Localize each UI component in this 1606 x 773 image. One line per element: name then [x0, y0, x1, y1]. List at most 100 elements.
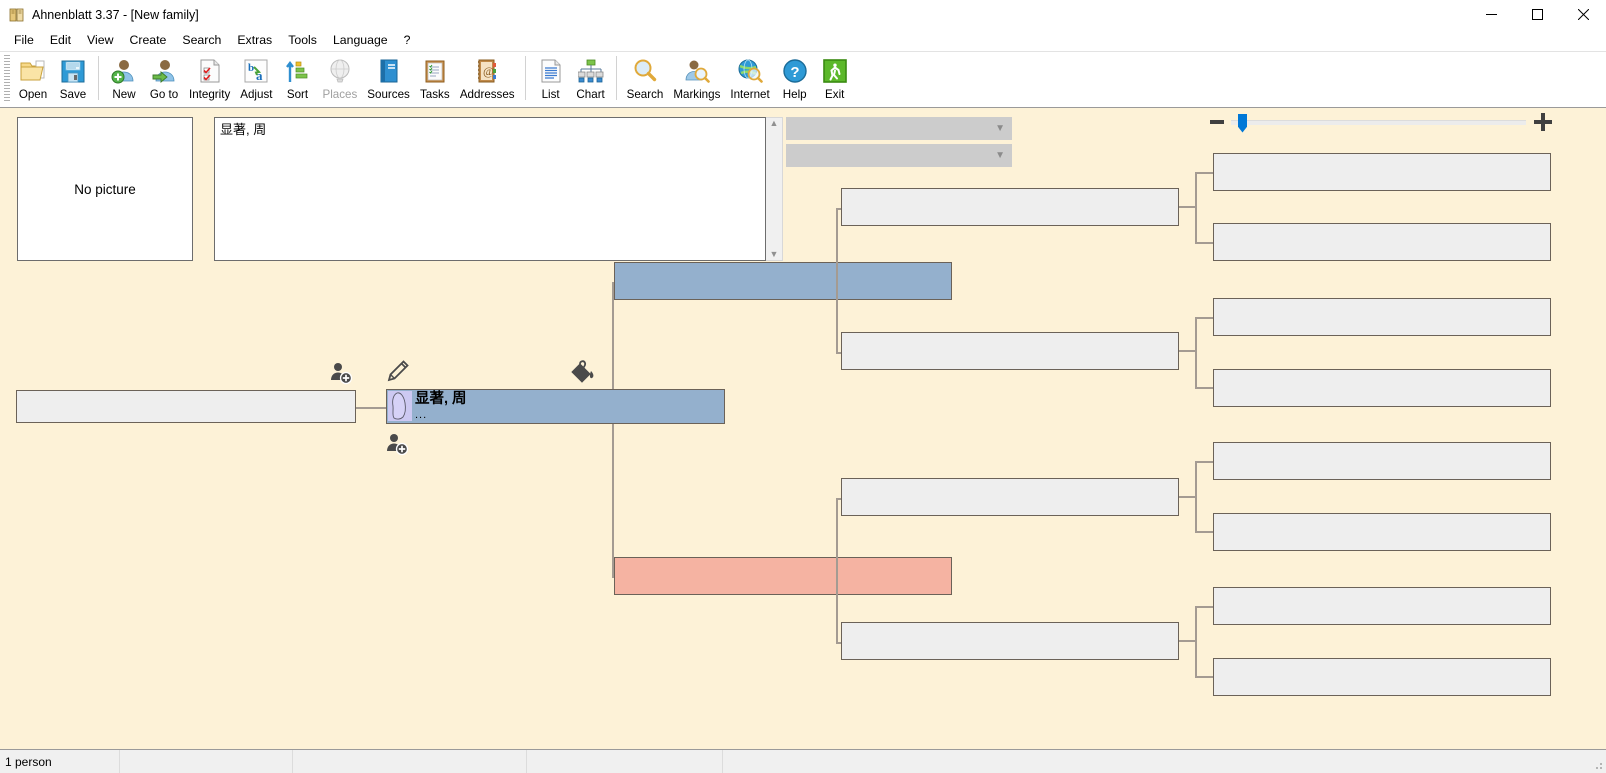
ahnenblatt-logo-icon: [9, 7, 25, 23]
toolbar-addresses-label: Addresses: [459, 88, 515, 101]
status-cell-5: [723, 750, 1606, 773]
empty-person-box[interactable]: [841, 622, 1179, 660]
toolbar-adjust-label: Adjust: [240, 88, 273, 101]
menu-search[interactable]: Search: [174, 31, 229, 49]
toolbar-integrity-label: Integrity: [189, 88, 231, 101]
menu-extras[interactable]: Extras: [229, 31, 280, 49]
toolbar-sources-button[interactable]: Sources: [362, 52, 415, 105]
toolbar-new-button[interactable]: New: [104, 52, 144, 105]
tree-connector: [1179, 206, 1195, 208]
toolbar-separator: [98, 56, 99, 100]
empty-person-box[interactable]: [1213, 223, 1551, 261]
menu-view[interactable]: View: [79, 31, 121, 49]
person-add-icon: [109, 56, 139, 86]
tree-connector: [1195, 461, 1197, 533]
org-chart-icon: [576, 56, 606, 86]
toolbar-list-label: List: [541, 88, 560, 101]
add-person-below-icon[interactable]: [384, 431, 410, 457]
toolbar-sort-button[interactable]: Sort: [277, 52, 317, 105]
close-button[interactable]: [1560, 0, 1606, 29]
toolbar-adjust-button[interactable]: b a Adjust: [235, 52, 277, 105]
toolbar-chart-button[interactable]: Chart: [571, 52, 611, 105]
tree-connector: [836, 498, 838, 644]
sort-bars-icon: [282, 56, 312, 86]
empty-person-box[interactable]: [841, 332, 1179, 370]
menu-language[interactable]: Language: [325, 31, 396, 49]
person-silhouette-icon: [388, 391, 412, 421]
empty-person-box[interactable]: [1213, 658, 1551, 696]
toolbar-tasks-button[interactable]: Tasks: [415, 52, 455, 105]
status-cell-2: [120, 749, 293, 773]
empty-person-box[interactable]: [1213, 587, 1551, 625]
open-folder-icon: [18, 56, 48, 86]
toolbar-goto-button[interactable]: Go to: [144, 52, 184, 105]
empty-person-box[interactable]: [16, 390, 356, 423]
toolbar-addresses-button[interactable]: @ Addresses: [455, 52, 520, 105]
menu-create[interactable]: Create: [121, 31, 174, 49]
exit-door-icon: [820, 56, 850, 86]
magnifier-icon: [630, 56, 660, 86]
toolbar-exit-button[interactable]: Exit: [815, 52, 855, 105]
toolbar-internet-button[interactable]: Internet: [725, 52, 774, 105]
question-circle-icon: ?: [780, 56, 810, 86]
tree-connector: [836, 208, 838, 354]
address-book-icon: @: [472, 56, 502, 86]
tree-connector: [1195, 461, 1213, 463]
menu-file[interactable]: File: [6, 31, 42, 49]
empty-person-box[interactable]: [1213, 513, 1551, 551]
toolbar-internet-label: Internet: [730, 88, 770, 101]
checklist-page-icon: [195, 56, 225, 86]
toolbar-markings-button[interactable]: Markings: [668, 52, 725, 105]
fill-color-icon[interactable]: [570, 360, 596, 386]
toolbar-save-label: Save: [59, 88, 87, 101]
toolbar-save-button[interactable]: Save: [53, 52, 93, 105]
blue-book-icon: [374, 56, 404, 86]
toolbar-places-label: Places: [322, 88, 358, 101]
toolbar-places-button: Places: [317, 52, 362, 105]
tree-connector: [1195, 676, 1213, 678]
menu-tools[interactable]: Tools: [280, 31, 325, 49]
empty-person-box[interactable]: [1213, 153, 1551, 191]
tree-connector: [1195, 317, 1197, 389]
tree-connector: [1195, 317, 1213, 319]
toolbar-search-button[interactable]: Search: [622, 52, 669, 105]
tree-connector: [1195, 606, 1197, 678]
empty-person-box[interactable]: [1213, 369, 1551, 407]
tree-connector: [1179, 640, 1195, 642]
toolbar-chart-label: Chart: [576, 88, 605, 101]
clipboard-icon: [420, 56, 450, 86]
empty-person-box[interactable]: [1213, 298, 1551, 336]
person-magnifier-icon: [682, 56, 712, 86]
mother-person-box[interactable]: [614, 557, 952, 595]
empty-person-box[interactable]: [841, 188, 1179, 226]
empty-person-box[interactable]: [841, 478, 1179, 516]
main-toolbar: Open Save New Go to Integrity b a Adjust…: [0, 51, 1606, 108]
edit-person-icon[interactable]: [384, 359, 410, 385]
father-person-box[interactable]: [614, 262, 952, 300]
menu-bar: File Edit View Create Search Extras Tool…: [0, 29, 1606, 51]
minimize-button[interactable]: [1468, 0, 1514, 29]
empty-person-box[interactable]: [1213, 442, 1551, 480]
status-cell-3: [293, 749, 527, 773]
toolbar-sort-label: Sort: [286, 88, 309, 101]
toolbar-integrity-button[interactable]: Integrity: [184, 52, 235, 105]
toolbar-help-button[interactable]: ? Help: [775, 52, 815, 105]
selected-person-box[interactable]: 显著, 周 ...: [386, 389, 725, 424]
toolbar-list-button[interactable]: List: [531, 52, 571, 105]
toolbar-open-button[interactable]: Open: [13, 52, 53, 105]
toolbar-drag-handle[interactable]: [4, 55, 10, 103]
add-person-above-icon[interactable]: [328, 360, 354, 386]
toolbar-help-label: Help: [782, 88, 807, 101]
tree-connector: [1195, 606, 1213, 608]
tree-connector: [353, 407, 386, 409]
selected-person-text: 显著, 周 ...: [415, 390, 467, 421]
maximize-button[interactable]: [1514, 0, 1560, 29]
ancestor-tree: 显著, 周 ...: [0, 108, 1606, 748]
status-bar: 1 person: [0, 749, 1606, 773]
person-goto-icon: [149, 56, 179, 86]
globe-icon: [325, 56, 355, 86]
menu-help[interactable]: ?: [396, 31, 419, 49]
menu-edit[interactable]: Edit: [42, 31, 79, 49]
toolbar-search-label: Search: [626, 88, 664, 101]
resize-grip-icon[interactable]: [1592, 759, 1604, 771]
